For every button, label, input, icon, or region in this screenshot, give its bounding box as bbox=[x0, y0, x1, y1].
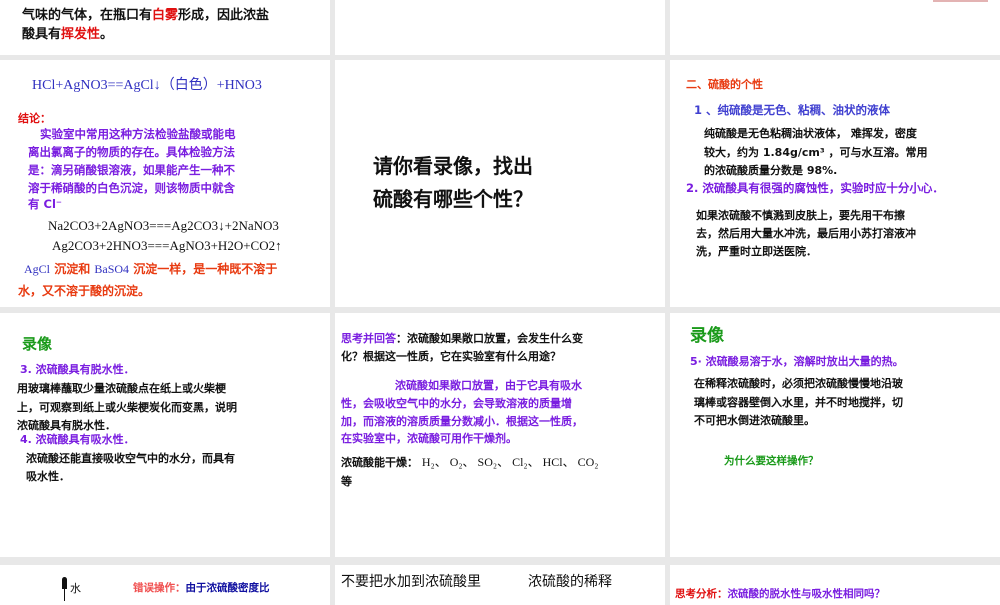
note-line: AgCl 沉淀和 BaSO4 沉淀一样，是一种既不溶于 bbox=[24, 262, 278, 276]
conclusion-line: 是：滴另硝酸银溶液，如果能产生一种不 bbox=[28, 163, 235, 177]
slide-9[interactable]: 录像 5· 浓硫酸易溶于水，溶解时放出大量的热。 在稀释浓硫酸时，必须把浓硫酸慢… bbox=[670, 313, 1000, 557]
answer-line: 在实验室中，浓硫酸可用作干燥剂。 bbox=[341, 432, 517, 445]
why-question: 为什么要这样操作？ bbox=[724, 455, 819, 467]
slide-4[interactable]: HCl+AgNO3==AgCl↓（白色）+HNO3 结论： 实验室中常用这种方法… bbox=[0, 60, 330, 307]
dry-line: 浓硫酸能干燥： H₂、 O₂、 SO₂、 Cl₂、 HCl、 CO₂ bbox=[341, 455, 599, 469]
slide-7[interactable]: 录像 3. 浓硫酸具有脱水性． 用玻璃棒蘸取少量浓硫酸点在纸上或火柴梗 上，可观… bbox=[0, 313, 330, 557]
body-line: 璃棒或容器壁倒入水里，并不时地搅拌，切 bbox=[694, 396, 903, 409]
analysis-line: 思考分析：浓硫酸的脱水性与吸水性相同吗？ bbox=[675, 588, 885, 600]
body-line: 上，可观察到纸上或火柴梗炭化而变黑，说明 bbox=[17, 401, 237, 414]
slide-heading: 二、硫酸的个性 bbox=[686, 78, 763, 91]
conclusion-line: 溶于稀硝酸的白色沉淀，则该物质中就含 bbox=[28, 181, 235, 195]
body-line: 吸水性． bbox=[26, 470, 70, 483]
slide-8[interactable]: 思考并回答：浓硫酸如果敞口放置，会发生什么变 化？根据这一性质，它在实验室有什么… bbox=[335, 313, 665, 557]
question-line: 化？根据这一性质，它在实验室有什么用途？ bbox=[341, 350, 561, 363]
point-heading: 1 、纯硫酸是无色、粘稠、油状的液体 bbox=[694, 103, 891, 117]
caption: 不要把水加到浓硫酸里 bbox=[341, 575, 481, 590]
slide-text: 气味的气体，在瓶口有白雾形成，因此浓盐 bbox=[22, 8, 270, 23]
question-line: 思考并回答：浓硫酸如果敞口放置，会发生什么变 bbox=[341, 332, 583, 345]
cropped-title bbox=[933, 0, 988, 2]
caption: 浓硫酸的稀释 bbox=[528, 575, 612, 590]
slide-10[interactable]: 水 错误操作：由于浓硫酸密度比 bbox=[0, 565, 330, 605]
point-heading: 3. 浓硫酸具有脱水性． bbox=[20, 363, 135, 376]
body-line: 的浓硫酸质量分数是 98%. bbox=[704, 164, 838, 177]
slide-title: 请你看录像，找出 bbox=[373, 154, 533, 178]
conclusion-line: 离出氯离子的物质的存在。具体检验方法 bbox=[28, 145, 235, 159]
dry-line-end: 等 bbox=[341, 475, 352, 488]
video-label: 录像 bbox=[690, 326, 724, 346]
slide-12[interactable]: 思考分析：浓硫酸的脱水性与吸水性相同吗？ bbox=[670, 565, 1000, 605]
answer-line: 性，会吸收空气中的水分，会导致溶液的质量增 bbox=[341, 397, 572, 410]
note-line: 水，又不溶于酸的沉淀。 bbox=[18, 284, 151, 298]
slide-5[interactable]: 请你看录像，找出 硫酸有哪些个性？ bbox=[335, 60, 665, 307]
answer-line: 加，而溶液的溶质质量分数减小．根据这一性质， bbox=[341, 415, 583, 428]
conclusion-label: 结论： bbox=[18, 112, 51, 125]
body-line: 不可把水倒进浓硫酸里。 bbox=[694, 414, 815, 427]
water-label: 水 bbox=[70, 582, 81, 595]
point-heading: 5· 浓硫酸易溶于水，溶解时放出大量的热。 bbox=[690, 355, 904, 368]
slide-title: 硫酸有哪些个性？ bbox=[373, 187, 533, 211]
body-line: 纯硫酸是无色粘稠油状液体， 难挥发，密度 bbox=[704, 127, 917, 140]
conclusion-line: 有 Cl⁻ bbox=[28, 197, 62, 211]
slide-3[interactable] bbox=[670, 0, 1000, 55]
body-line: 浓硫酸还能直接吸收空气中的水分，而具有 bbox=[26, 452, 235, 465]
equation-2: Na2CO3+2AgNO3===Ag2CO3↓+2NaNO3 bbox=[48, 218, 279, 233]
point-heading: 2. 浓硫酸具有很强的腐蚀性，实验时应十分小心． bbox=[686, 181, 944, 195]
slide-6[interactable]: 二、硫酸的个性 1 、纯硫酸是无色、粘稠、油状的液体 纯硫酸是无色粘稠油状液体，… bbox=[670, 60, 1000, 307]
body-line: 洗，严重时立即送医院． bbox=[696, 245, 817, 258]
video-label: 录像 bbox=[22, 335, 53, 353]
answer-line: 浓硫酸如果敞口放置，由于它具有吸水 bbox=[395, 379, 582, 392]
wrong-line: 错误操作：由于浓硫酸密度比 bbox=[133, 582, 270, 594]
body-line: 较大，约为 1.84g/cm³ ，可与水互溶。常用 bbox=[704, 146, 928, 159]
slide-1[interactable]: 气味的气体，在瓶口有白雾形成，因此浓盐 酸具有挥发性。 bbox=[0, 0, 330, 55]
dropper-tip bbox=[64, 589, 65, 601]
body-line: 去，然后用大量水冲洗，最后用小苏打溶液冲 bbox=[696, 227, 916, 240]
slide-2[interactable] bbox=[335, 0, 665, 55]
body-line: 用玻璃棒蘸取少量浓硫酸点在纸上或火柴梗 bbox=[17, 382, 226, 395]
equation-1: HCl+AgNO3==AgCl↓（白色）+HNO3 bbox=[32, 78, 262, 93]
dropper-icon bbox=[62, 577, 67, 589]
slide-text: 酸具有挥发性。 bbox=[22, 27, 114, 42]
equation-3: Ag2CO3+2HNO3===AgNO3+H2O+CO2↑ bbox=[52, 238, 282, 253]
conclusion-line: 实验室中常用这种方法检验盐酸或能电 bbox=[40, 127, 236, 141]
slide-11[interactable]: 不要把水加到浓硫酸里 浓硫酸的稀释 bbox=[335, 565, 665, 605]
body-line: 在稀释浓硫酸时，必须把浓硫酸慢慢地沿玻 bbox=[694, 377, 903, 390]
body-line: 如果浓硫酸不慎溅到皮肤上，要先用干布擦 bbox=[696, 209, 905, 222]
point-heading: 4. 浓硫酸具有吸水性． bbox=[20, 433, 135, 446]
